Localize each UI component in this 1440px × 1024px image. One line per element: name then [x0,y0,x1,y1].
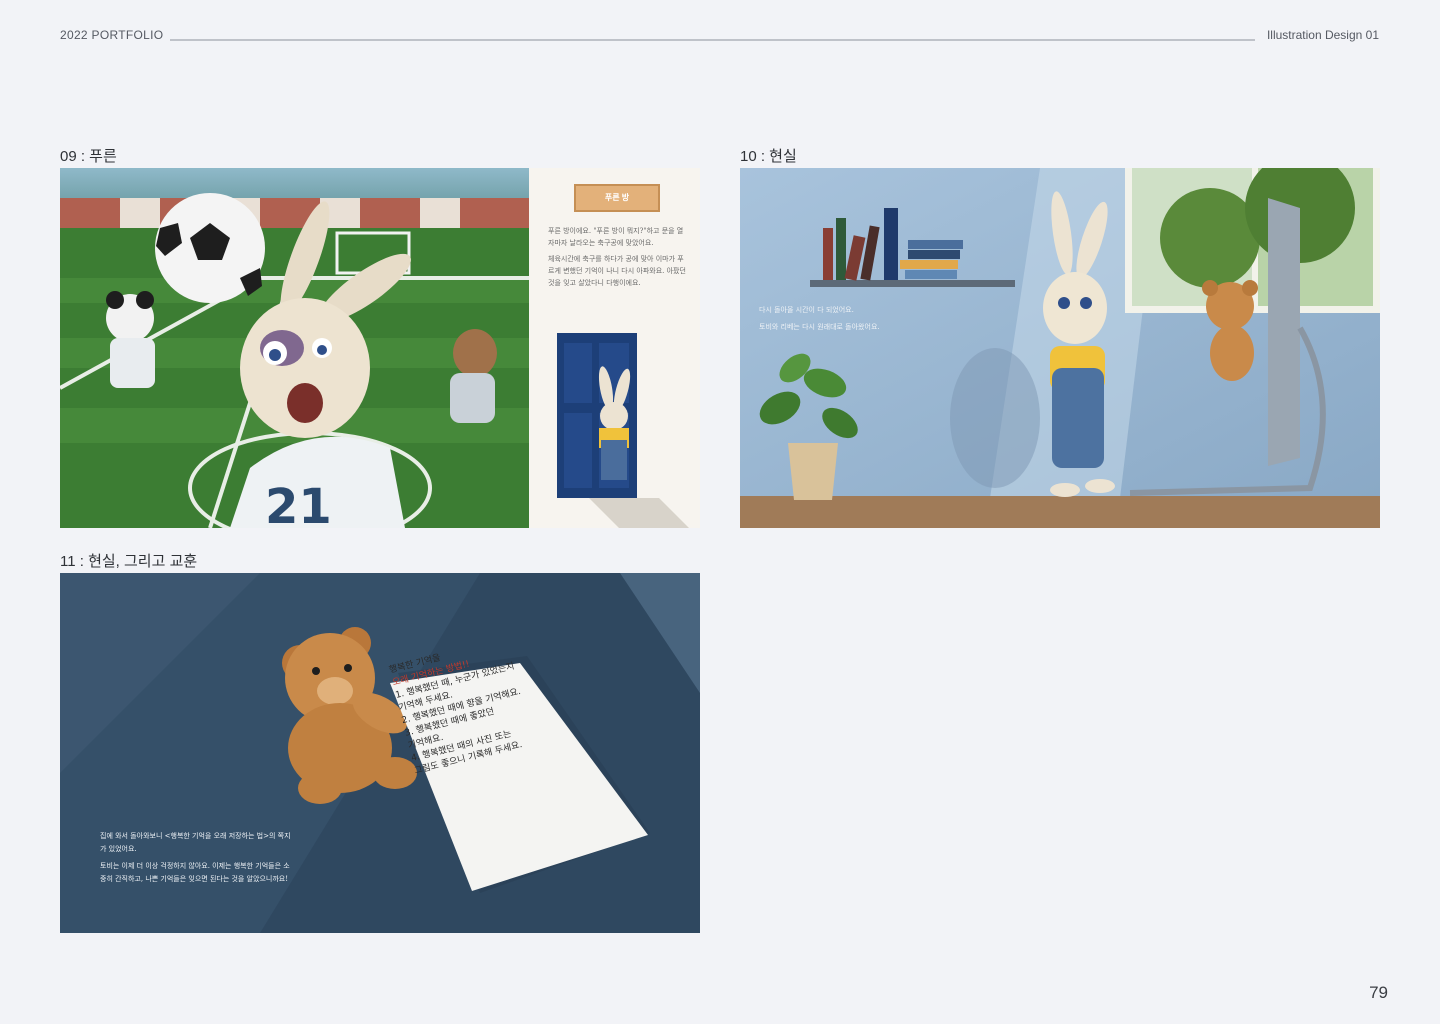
room-sign: 푸른 방 [574,184,660,212]
caption-09: 09 : 푸른 [60,148,117,165]
caption-11: 11 : 현실, 그리고 교훈 [60,553,198,570]
portfolio-year-label: 2022 PORTFOLIO [60,28,164,42]
story-text-10: 다시 돌아올 시간이 다 되었어요. 토비와 리베는 다시 원래대로 돌아왔어요… [759,304,959,338]
story-paragraph: 푸른 방이에요. "푸른 방이 뭐지?"하고 문을 열자마자 날라오는 축구공에… [548,227,684,247]
page-number: 79 [1369,983,1388,1002]
illustration-10: 다시 돌아올 시간이 다 되었어요. 토비와 리베는 다시 원래대로 돌아왔어요… [740,168,1380,528]
jersey-number: 21 [265,479,332,528]
story-paragraph: 토비는 이제 더 이상 걱정하지 않아요. 이제는 행복한 기억들은 소중히 간… [100,862,290,883]
room-illustration [740,168,1380,528]
caption-10: 10 : 현실 [740,148,797,165]
illustration-09: 21 푸른 방 푸른 방이에요. "푸른 방이 뭐지?"하고 문을 열자마자 날… [60,168,700,528]
story-paragraph: 다시 돌아올 시간이 다 되었어요. [759,306,854,314]
story-text-11: 집에 와서 돌아와보니 <행복한 기억을 오래 저장하는 법>의 쪽지가 있었어… [100,830,296,890]
story-text-09: 푸른 방이에요. "푸른 방이 뭐지?"하고 문을 열자마자 날라오는 축구공에… [548,225,688,293]
illustration-11: 행복한 기억을 오래 기억하는 방법!! 1. 행복했던 때, 누군가 있었는지… [60,573,700,933]
blue-door-illustration [557,333,689,528]
header-divider [170,39,1255,41]
section-title: Illustration Design 01 [1266,28,1379,42]
soccer-field-illustration: 21 [60,168,530,528]
story-paragraph: 집에 와서 돌아와보니 <행복한 기억을 오래 저장하는 법>의 쪽지가 있었어… [100,832,291,853]
story-paragraph: 토비와 리베는 다시 원래대로 돌아왔어요. [759,323,880,331]
story-paragraph: 체육시간에 축구를 하다가 공에 맞아 이마가 푸르게 변했던 기억이 나니 다… [548,255,686,287]
storybook-page: 푸른 방 푸른 방이에요. "푸른 방이 뭐지?"하고 문을 열자마자 날라오는… [529,168,700,528]
